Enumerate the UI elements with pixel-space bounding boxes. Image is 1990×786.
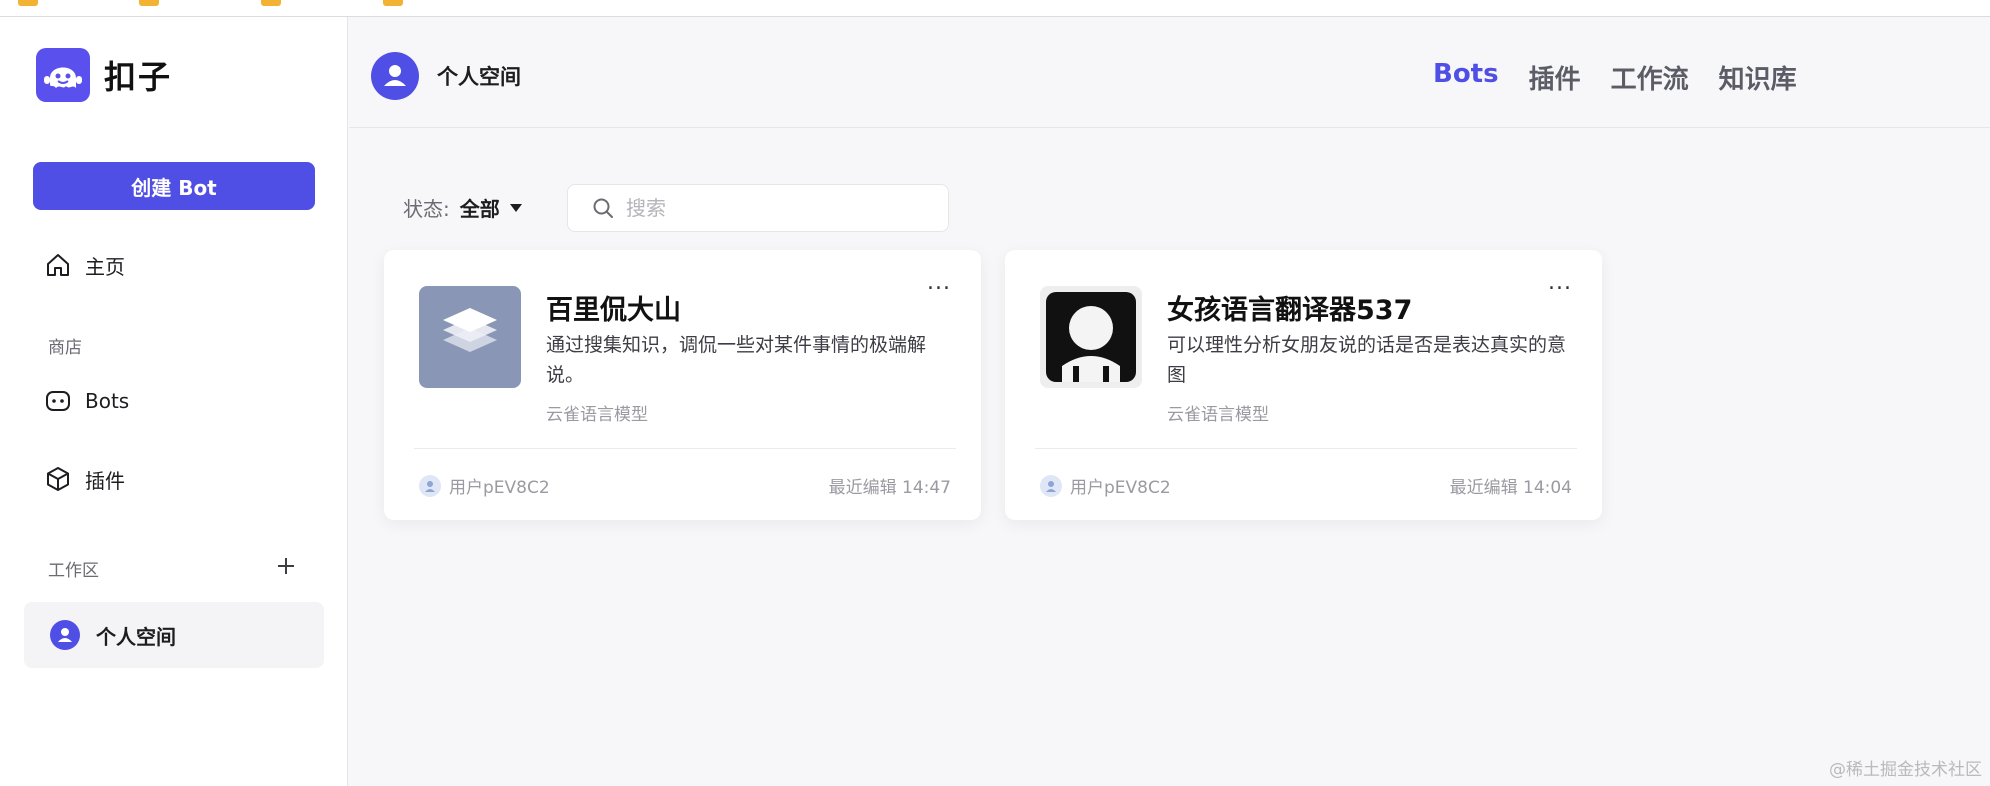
bookmark-icon[interactable] <box>261 0 281 6</box>
bot-title: 女孩语言翻译器537 <box>1167 295 1413 326</box>
sidebar-item-label: 主页 <box>85 254 125 279</box>
bot-thumbnail <box>419 286 521 388</box>
bot-card[interactable]: 女孩语言翻译器537 可以理性分析女朋友说的话是否是表达真实的意图 云雀语言模型… <box>1005 250 1602 520</box>
avatar <box>50 620 80 650</box>
bot-description: 通过搜集知识，调侃一些对某件事情的极端解说。 <box>546 334 927 386</box>
status-label: 状态: <box>403 197 450 221</box>
ghost-logo-icon <box>36 48 90 102</box>
sidebar-item-home[interactable]: 主页 <box>45 247 125 283</box>
user-avatar-icon <box>419 474 441 497</box>
bot-model: 云雀语言模型 <box>1167 405 1269 425</box>
tab-bots[interactable]: Bots <box>1433 59 1499 96</box>
app-name: 扣子 <box>104 58 173 96</box>
owner-name: 用户pEV8C2 <box>449 478 550 498</box>
space-name: 个人空间 <box>437 65 521 89</box>
bot-card[interactable]: 百里侃大山 通过搜集知识，调侃一些对某件事情的极端解说。 云雀语言模型 ... … <box>384 250 981 520</box>
divider <box>1035 448 1577 449</box>
bot-owner: 用户pEV8C2 <box>1040 473 1171 498</box>
search-input[interactable] <box>626 196 926 220</box>
bookmark-icon[interactable] <box>18 0 38 6</box>
avatar <box>371 52 419 100</box>
status-filter[interactable]: 状态: 全部 <box>403 193 522 222</box>
sidebar-item-plugins[interactable]: 插件 <box>45 461 125 497</box>
last-edited: 最近编辑 14:04 <box>1449 478 1572 498</box>
sidebar: 扣子 创建 Bot 主页 商店 Bots 插件 工作区 个人空间 <box>0 17 348 786</box>
app-logo[interactable]: 扣子 <box>36 48 172 102</box>
home-icon <box>47 254 69 276</box>
space-switcher[interactable]: 个人空间 <box>371 52 521 100</box>
bot-owner: 用户pEV8C2 <box>419 473 550 498</box>
tab-plugins[interactable]: 插件 <box>1529 59 1581 96</box>
status-value: 全部 <box>459 197 500 221</box>
main-tabs: Bots 插件 工作流 知识库 <box>1433 59 1827 96</box>
create-bot-button[interactable]: 创建 Bot <box>33 162 315 210</box>
sidebar-item-label: 个人空间 <box>96 624 176 649</box>
cube-icon <box>47 467 69 491</box>
bot-thumbnail <box>1040 286 1142 388</box>
tab-knowledge[interactable]: 知识库 <box>1719 59 1797 96</box>
bot-model: 云雀语言模型 <box>546 405 648 425</box>
owner-name: 用户pEV8C2 <box>1070 478 1171 498</box>
more-options-icon[interactable]: ... <box>1548 270 1572 295</box>
sidebar-item-personal-space[interactable]: 个人空间 <box>24 602 324 668</box>
bot-icon <box>46 391 70 411</box>
bookmark-icon[interactable] <box>139 0 159 6</box>
user-avatar-icon <box>1040 474 1062 497</box>
bot-title: 百里侃大山 <box>546 295 681 326</box>
search-icon <box>593 198 613 218</box>
tab-workflow[interactable]: 工作流 <box>1611 59 1689 96</box>
sidebar-item-bots[interactable]: Bots <box>45 383 129 419</box>
caret-down-icon <box>509 203 522 212</box>
sidebar-item-label: Bots <box>85 389 130 413</box>
top-header: 个人空间 Bots 插件 工作流 知识库 <box>349 17 1990 128</box>
section-label-workspace: 工作区 <box>48 561 99 581</box>
sidebar-item-label: 插件 <box>85 468 125 493</box>
divider <box>414 448 956 449</box>
watermark: @稀土掘金技术社区 <box>1829 760 1982 780</box>
more-options-icon[interactable]: ... <box>927 270 951 295</box>
bot-description: 可以理性分析女朋友说的话是否是表达真实的意图 <box>1167 334 1567 386</box>
section-label-store: 商店 <box>48 338 82 358</box>
last-edited: 最近编辑 14:47 <box>828 478 951 498</box>
search-box[interactable] <box>567 184 949 232</box>
bookmarks-bar <box>0 0 1990 17</box>
add-workspace-icon[interactable] <box>274 554 298 578</box>
bookmark-icon[interactable] <box>383 0 403 6</box>
